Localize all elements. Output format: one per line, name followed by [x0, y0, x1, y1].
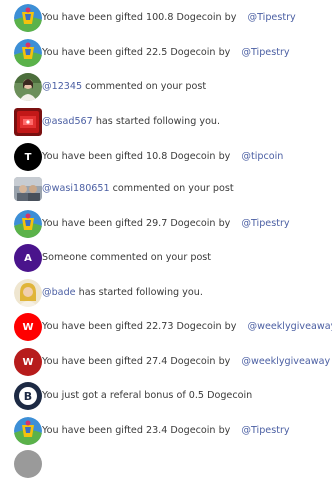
- notification-message: has started following you.: [93, 116, 220, 127]
- tipestry-logo-icon: [14, 210, 42, 238]
- notification-text: @wasi180651 commented on your post: [42, 182, 234, 196]
- notification-text: You have been gifted 10.8 Dogecoin by @t…: [42, 150, 283, 164]
- notification-item[interactable]: You have been gifted 100.8 Dogecoin by @…: [0, 1, 332, 35]
- tipestry-logo-icon: [14, 417, 42, 445]
- notification-item[interactable]: @12345 commented on your post: [0, 70, 332, 104]
- tipestry-logo-icon: [14, 4, 42, 32]
- user-mention-link[interactable]: @wasi180651: [42, 183, 110, 194]
- notification-message: You have been gifted 10.8 Dogecoin by: [42, 151, 233, 162]
- notification-message: commented on your post: [82, 81, 206, 92]
- notification-text: You have been gifted 22.5 Dogecoin by @T…: [42, 46, 290, 60]
- bitcoin-icon: B: [14, 382, 42, 410]
- letter-avatar: W: [14, 348, 42, 376]
- notification-item[interactable]: T You have been gifted 10.8 Dogecoin by …: [0, 140, 332, 174]
- user-mention-link[interactable]: @tipcoin: [241, 151, 283, 162]
- user-mention-link[interactable]: @weeklygiveaway: [248, 321, 332, 332]
- notification-message: Someone commented on your post: [42, 252, 211, 263]
- user-photo-icon: [14, 279, 42, 307]
- user-mention-link[interactable]: @weeklygiveaway: [241, 356, 330, 367]
- notification-text: You have been gifted 29.7 Dogecoin by @T…: [42, 217, 290, 231]
- letter-avatar: W: [14, 313, 42, 341]
- notification-item[interactable]: W You have been gifted 22.73 Dogecoin by…: [0, 310, 332, 344]
- notification-item[interactable]: B You just got a referal bonus of 0.5 Do…: [0, 379, 332, 413]
- notification-text: You have been gifted 100.8 Dogecoin by @…: [42, 11, 296, 25]
- user-mention-link[interactable]: @bade: [42, 287, 76, 298]
- notification-message: You have been gifted 22.5 Dogecoin by: [42, 47, 233, 58]
- user-mention-link[interactable]: @Tipestry: [241, 218, 289, 229]
- bitcoin-letter: B: [19, 387, 37, 405]
- notification-item[interactable]: W You have been gifted 27.4 Dogecoin by …: [0, 345, 332, 379]
- notification-text: You have been gifted 23.4 Dogecoin by @T…: [42, 424, 290, 438]
- user-photo-icon: [14, 177, 42, 201]
- notification-text: @asad567 has started following you.: [42, 115, 220, 129]
- notification-text: @bade has started following you.: [42, 286, 203, 300]
- notification-message: You have been gifted 23.4 Dogecoin by: [42, 425, 233, 436]
- user-mention-link[interactable]: @Tipestry: [241, 47, 289, 58]
- user-mention-link[interactable]: @Tipestry: [248, 12, 296, 23]
- user-photo-icon: [14, 73, 42, 101]
- notification-message: You have been gifted 29.7 Dogecoin by: [42, 218, 233, 229]
- notification-message: You have been gifted 27.4 Dogecoin by: [42, 356, 233, 367]
- notification-text: @12345 commented on your post: [42, 80, 206, 94]
- notification-item[interactable]: You have been gifted 29.7 Dogecoin by @T…: [0, 207, 332, 241]
- notification-message: You have been gifted 22.73 Dogecoin by: [42, 321, 240, 332]
- notification-message: has started following you.: [76, 287, 203, 298]
- user-mention-link[interactable]: @asad567: [42, 116, 93, 127]
- letter-avatar: A: [14, 244, 42, 272]
- avatar: [14, 450, 42, 478]
- notification-text: You have been gifted 22.73 Dogecoin by @…: [42, 320, 332, 334]
- notification-text: Someone commented on your post: [42, 251, 211, 265]
- notification-item[interactable]: @bade has started following you.: [0, 276, 332, 310]
- user-mention-link[interactable]: @12345: [42, 81, 82, 92]
- notification-item[interactable]: A Someone commented on your post: [0, 241, 332, 275]
- notification-item[interactable]: You have been gifted 23.4 Dogecoin by @T…: [0, 414, 332, 448]
- user-photo-icon: [14, 108, 42, 136]
- notification-text: You have been gifted 27.4 Dogecoin by @w…: [42, 355, 330, 369]
- user-mention-link[interactable]: @Tipestry: [241, 425, 289, 436]
- notification-message: You just got a referal bonus of 0.5 Doge…: [42, 390, 252, 401]
- notification-item[interactable]: You have been gifted 22.5 Dogecoin by @T…: [0, 36, 332, 70]
- letter-avatar: T: [14, 143, 42, 171]
- notification-item[interactable]: @wasi180651 commented on your post: [0, 172, 332, 206]
- notification-message: commented on your post: [110, 183, 234, 194]
- tipestry-logo-icon: [14, 39, 42, 67]
- notification-text: You just got a referal bonus of 0.5 Doge…: [42, 389, 252, 403]
- notification-message: You have been gifted 100.8 Dogecoin by: [42, 12, 240, 23]
- notification-item[interactable]: @asad567 has started following you.: [0, 105, 332, 139]
